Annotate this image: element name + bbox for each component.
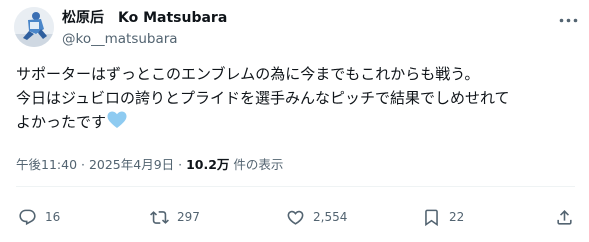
tweet-meta: 午後11:40 · 2025年4月9日 · 10.2万 件の表示: [16, 155, 283, 175]
action-bar: 16 297 2,554 22: [0, 205, 589, 229]
bookmark-icon: [422, 208, 441, 227]
bookmark-count: 22: [449, 210, 465, 224]
tweet-line: サポーターはずっとこのエンブレムの為に今までもこれからも戦う。: [16, 65, 480, 83]
display-name[interactable]: 松原后 Ko Matsubara: [62, 9, 227, 27]
tweet-line: 今日はジュビロの誇りとプライドを選手みんなピッチで結果でしめせれて: [16, 89, 510, 107]
light-blue-heart-icon: [107, 111, 127, 136]
bookmark-button[interactable]: 22: [422, 205, 464, 229]
repost-button[interactable]: 297: [150, 205, 200, 229]
tweet-line-text: よかったです: [16, 113, 107, 131]
like-button[interactable]: 2,554: [286, 205, 347, 229]
divider: [16, 186, 575, 187]
reply-count: 16: [45, 210, 61, 224]
tweet-text: サポーターはずっとこのエンブレムの為に今までもこれからも戦う。 今日はジュビロの…: [16, 62, 586, 134]
reply-icon: [18, 208, 37, 227]
views-label: 件の表示: [229, 157, 284, 172]
timestamp[interactable]: 午後11:40 · 2025年4月9日 ·: [16, 157, 186, 172]
avatar[interactable]: [14, 7, 54, 47]
like-icon: [286, 208, 305, 227]
tweet-line: よかったです: [16, 110, 586, 134]
reply-button[interactable]: 16: [18, 205, 60, 229]
more-options-icon[interactable]: [556, 10, 580, 30]
repost-count: 297: [177, 210, 200, 224]
like-count: 2,554: [313, 210, 348, 224]
share-button[interactable]: [555, 205, 574, 229]
repost-icon: [150, 208, 169, 227]
views-count: 10.2万: [186, 157, 230, 172]
user-handle[interactable]: @ko__matsubara: [62, 30, 178, 48]
share-icon: [555, 208, 574, 227]
